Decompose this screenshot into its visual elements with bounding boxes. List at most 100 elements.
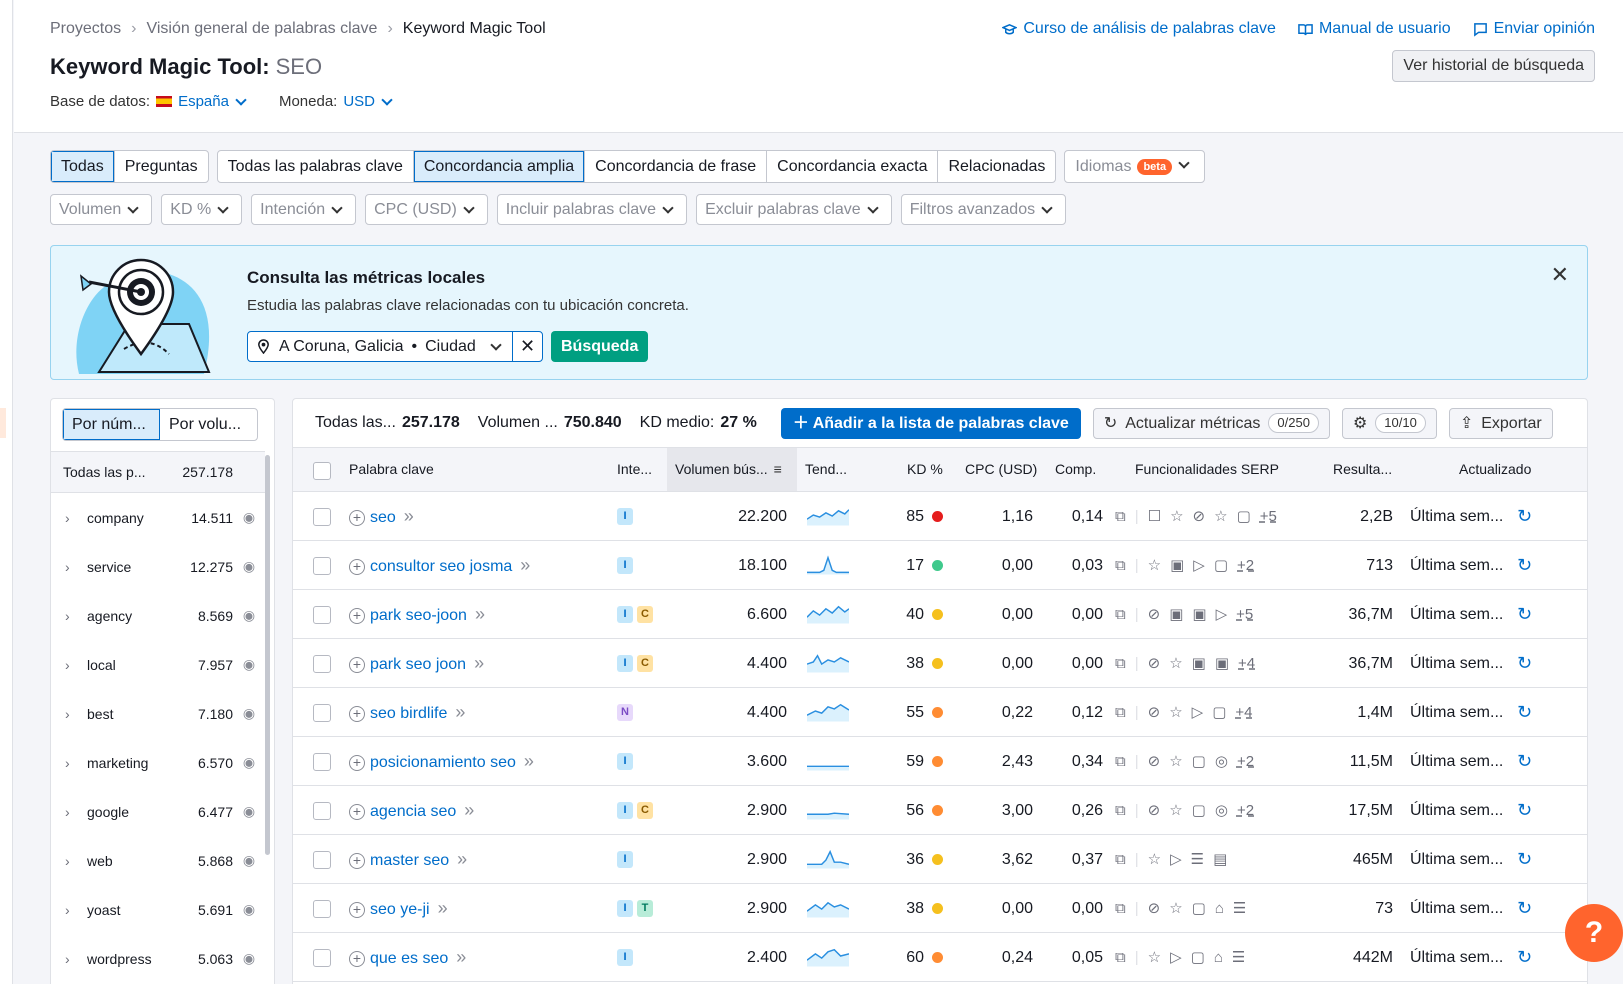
refresh-icon[interactable]: ↻	[1517, 639, 1532, 688]
group-row[interactable]: › marketing 6.570 ◉	[51, 738, 265, 787]
double-chevron-icon[interactable]: »	[524, 751, 534, 771]
refresh-icon[interactable]: ↻	[1517, 737, 1532, 786]
database-select[interactable]: España	[178, 93, 229, 110]
row-checkbox[interactable]	[313, 933, 331, 982]
serp-more-link[interactable]: +5	[1260, 492, 1277, 541]
eye-icon[interactable]: ◉	[233, 852, 265, 869]
add-keyword-icon[interactable]: +	[349, 607, 365, 624]
row-checkbox[interactable]	[313, 492, 331, 541]
keyword-link[interactable]: seo ye-ji	[370, 901, 430, 918]
chevron-down-icon[interactable]	[235, 93, 247, 106]
add-keyword-icon[interactable]: +	[349, 852, 365, 869]
serp-more-link[interactable]: +4	[1238, 639, 1255, 688]
col-trend[interactable]: Tend...	[805, 448, 847, 491]
chevron-right-icon[interactable]: ›	[65, 608, 75, 624]
help-button[interactable]: ?	[1565, 904, 1623, 962]
course-link[interactable]: Curso de análisis de palabras clave	[1002, 20, 1276, 38]
serp-more-link[interactable]: +5	[1236, 590, 1253, 639]
keyword-link[interactable]: consultor seo josma	[370, 558, 512, 575]
col-intent[interactable]: Inte...	[617, 448, 652, 491]
keyword-link[interactable]: master seo	[370, 852, 449, 869]
filter-intent[interactable]: Intención	[251, 194, 357, 225]
chevron-right-icon[interactable]: ›	[65, 804, 75, 820]
manual-link[interactable]: Manual de usuario	[1298, 20, 1451, 38]
group-row[interactable]: › yoast 5.691 ◉	[51, 885, 265, 934]
column-settings-button[interactable]: ⚙ 10/10	[1341, 407, 1437, 439]
col-kd[interactable]: KD %	[907, 448, 943, 491]
local-search-button[interactable]: Búsqueda	[551, 331, 649, 362]
tab-phrase-match[interactable]: Concordancia de frase	[585, 151, 768, 182]
sort-by-number[interactable]: Por núm...	[63, 409, 160, 440]
filter-advanced[interactable]: Filtros avanzados	[900, 194, 1067, 225]
keyword-link[interactable]: posicionamiento seo	[370, 754, 516, 771]
tab-related[interactable]: Relacionadas	[938, 151, 1055, 182]
tab-exact-match[interactable]: Concordancia exacta	[767, 151, 939, 182]
double-chevron-icon[interactable]: »	[475, 604, 485, 624]
close-icon[interactable]: ✕	[1551, 262, 1569, 288]
double-chevron-icon[interactable]: »	[520, 555, 530, 575]
groups-header[interactable]: Todas las p... 257.178	[51, 451, 265, 493]
serp-snapshot-icon[interactable]: ⧉	[1115, 639, 1126, 688]
eye-icon[interactable]: ◉	[233, 607, 265, 624]
update-metrics-button[interactable]: ↻ Actualizar métricas 0/250	[1092, 407, 1330, 439]
group-row[interactable]: › agency 8.569 ◉	[51, 591, 265, 640]
refresh-icon[interactable]: ↻	[1517, 786, 1532, 835]
filter-include[interactable]: Incluir palabras clave	[496, 194, 688, 225]
eye-icon[interactable]: ◉	[233, 950, 265, 967]
export-button[interactable]: ⇪ Exportar	[1448, 407, 1553, 439]
chevron-right-icon[interactable]: ›	[65, 902, 75, 918]
double-chevron-icon[interactable]: »	[438, 898, 448, 918]
serp-more-link[interactable]: +4	[1235, 688, 1252, 737]
group-row[interactable]: › google 6.477 ◉	[51, 787, 265, 836]
eye-icon[interactable]: ◉	[233, 754, 265, 771]
col-results[interactable]: Resulta...	[1333, 448, 1392, 491]
currency-select[interactable]: USD	[343, 93, 375, 110]
chevron-right-icon[interactable]: ›	[65, 706, 75, 722]
keyword-link[interactable]: park seo-joon	[370, 607, 467, 624]
serp-snapshot-icon[interactable]: ⧉	[1115, 737, 1126, 786]
double-chevron-icon[interactable]: »	[457, 849, 467, 869]
add-keyword-icon[interactable]: +	[349, 950, 365, 967]
row-checkbox[interactable]	[313, 835, 331, 884]
add-keyword-icon[interactable]: +	[349, 803, 365, 820]
add-to-list-button[interactable]: ＋ Añadir a la lista de palabras clave	[780, 407, 1081, 439]
eye-icon[interactable]: ◉	[233, 901, 265, 918]
double-chevron-icon[interactable]: »	[456, 947, 466, 967]
refresh-icon[interactable]: ↻	[1517, 933, 1532, 982]
group-row[interactable]: › web 5.868 ◉	[51, 836, 265, 885]
filter-cpc[interactable]: CPC (USD)	[365, 194, 488, 225]
scrollbar[interactable]	[265, 455, 270, 855]
select-all-checkbox[interactable]	[313, 461, 331, 481]
group-row[interactable]: › local 7.957 ◉	[51, 640, 265, 689]
chevron-right-icon[interactable]: ›	[65, 755, 75, 771]
serp-snapshot-icon[interactable]: ⧉	[1115, 688, 1126, 737]
serp-snapshot-icon[interactable]: ⧉	[1115, 933, 1126, 982]
row-checkbox[interactable]	[313, 688, 331, 737]
refresh-icon[interactable]: ↻	[1517, 492, 1532, 541]
double-chevron-icon[interactable]: »	[455, 702, 465, 722]
add-keyword-icon[interactable]: +	[349, 558, 365, 575]
serp-snapshot-icon[interactable]: ⧉	[1115, 884, 1126, 933]
chevron-right-icon[interactable]: ›	[65, 559, 75, 575]
row-checkbox[interactable]	[313, 737, 331, 786]
double-chevron-icon[interactable]: »	[474, 653, 484, 673]
sort-by-volume[interactable]: Por volu...	[160, 409, 257, 440]
refresh-icon[interactable]: ↻	[1517, 541, 1532, 590]
serp-snapshot-icon[interactable]: ⧉	[1115, 590, 1126, 639]
chevron-right-icon[interactable]: ›	[65, 853, 75, 869]
double-chevron-icon[interactable]: »	[464, 800, 474, 820]
chevron-right-icon[interactable]: ›	[65, 657, 75, 673]
tab-all[interactable]: Todas	[51, 151, 115, 182]
col-keyword[interactable]: Palabra clave	[349, 448, 434, 491]
refresh-icon[interactable]: ↻	[1517, 590, 1532, 639]
eye-icon[interactable]: ◉	[233, 509, 265, 526]
serp-snapshot-icon[interactable]: ⧉	[1115, 541, 1126, 590]
add-keyword-icon[interactable]: +	[349, 705, 365, 722]
serp-snapshot-icon[interactable]: ⧉	[1115, 786, 1126, 835]
keyword-link[interactable]: seo birdlife	[370, 705, 447, 722]
col-serp[interactable]: Funcionalidades SERP	[1135, 448, 1279, 491]
tab-all-keywords[interactable]: Todas las palabras clave	[218, 151, 414, 182]
col-comp[interactable]: Comp.	[1055, 448, 1096, 491]
row-checkbox[interactable]	[313, 541, 331, 590]
refresh-icon[interactable]: ↻	[1517, 688, 1532, 737]
